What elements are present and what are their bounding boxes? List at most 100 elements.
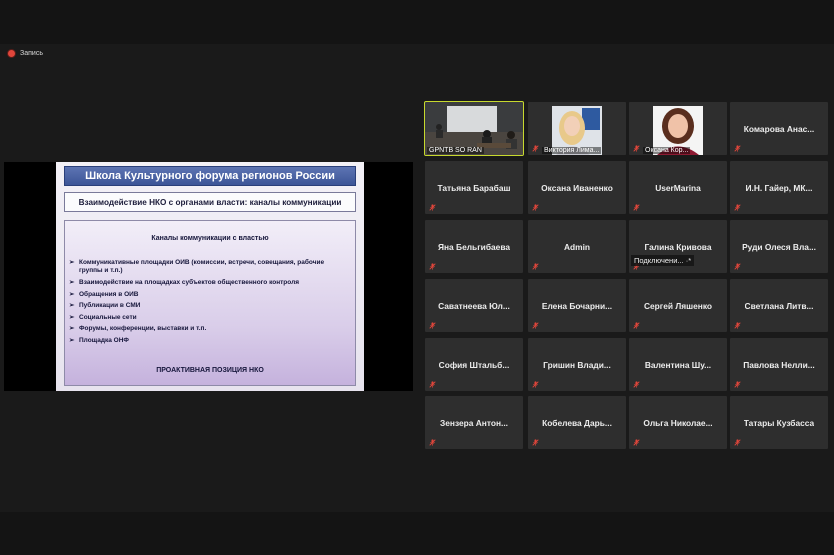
slide-bullet-item: ➢ Публикации в СМИ bbox=[69, 302, 339, 310]
mic-muted-icon bbox=[532, 439, 539, 446]
participant-name: Валентина Шу... bbox=[644, 359, 712, 370]
connecting-status: Подключени... ·* bbox=[631, 255, 695, 266]
participant-tile[interactable]: Ольга Николае... bbox=[629, 396, 727, 449]
participant-tile[interactable]: Комарова Анас... bbox=[730, 102, 828, 155]
mic-muted-icon bbox=[429, 204, 436, 211]
participant-tile[interactable]: Руди Олеся Вла... bbox=[730, 220, 828, 273]
participant-tile[interactable]: Оксана Иваненко bbox=[528, 161, 626, 214]
slide-box-heading: Каналы коммуникации с властью bbox=[151, 235, 269, 242]
participant-name-box: Павлова Нелли... bbox=[730, 338, 828, 391]
participant-name: И.Н. Гайер, МК... bbox=[745, 182, 813, 193]
mic-muted-icon bbox=[532, 263, 539, 270]
mic-muted-icon bbox=[532, 322, 539, 329]
participant-name: Оксана Иваненко bbox=[541, 182, 613, 193]
presentation-slide: Школа Культурного форума регионов России… bbox=[56, 162, 364, 391]
slide-bullet-item: ➢ Форумы, конференции, выставки и т.п. bbox=[69, 325, 339, 333]
participant-name-box: Валентина Шу... bbox=[629, 338, 727, 391]
participant-name-box: Яна Бельгибаева bbox=[425, 220, 523, 273]
slide-bullet-text: Коммуникативные площадки ОИВ (комиссии, … bbox=[79, 259, 325, 275]
participant-name-box: Елена Бочарни... bbox=[528, 279, 626, 332]
participant-tile[interactable]: Виктория Лима... bbox=[528, 102, 626, 155]
participant-name-box: Комарова Анас... bbox=[730, 102, 828, 155]
participant-name: Галина Кривова bbox=[644, 241, 712, 252]
participant-name-box: Гришин Влади... bbox=[528, 338, 626, 391]
arrow-bullet-icon: ➢ bbox=[69, 279, 75, 286]
participant-tile[interactable]: GPNTB SO RAN bbox=[424, 101, 524, 156]
participant-name: Елена Бочарни... bbox=[541, 300, 613, 311]
recording-label: Запись bbox=[20, 50, 43, 57]
participant-tile[interactable]: София Штальб... bbox=[425, 338, 523, 391]
mic-muted-icon bbox=[633, 145, 640, 152]
slide-bullet-text: Форумы, конференции, выставки и т.п. bbox=[79, 325, 207, 333]
slide-bullet-item: ➢ Обращения в ОИВ bbox=[69, 291, 339, 299]
arrow-bullet-icon: ➢ bbox=[69, 313, 75, 321]
participant-tile[interactable]: Яна Бельгибаева bbox=[425, 220, 523, 273]
participant-name-box: Кобелева Дарь... bbox=[528, 396, 626, 449]
participant-name: Светлана Литв... bbox=[744, 300, 814, 311]
participant-name: Зензера Антон... bbox=[439, 417, 509, 428]
slide-bullet-text: Площадка ОНФ bbox=[79, 336, 129, 344]
participant-name-box: Саватнеева Юл... bbox=[425, 279, 523, 332]
participant-name: Татьяна Барабаш bbox=[437, 182, 511, 193]
participant-name-box: Ольга Николае... bbox=[629, 396, 727, 449]
participant-tile[interactable]: Елена Бочарни... bbox=[528, 279, 626, 332]
participant-name: Комарова Анас... bbox=[743, 123, 815, 134]
slide-bullet-text: Социальные сети bbox=[79, 313, 137, 321]
top-bar bbox=[0, 0, 834, 44]
participant-tile[interactable]: Саватнеева Юл... bbox=[425, 279, 523, 332]
participant-name-box: И.Н. Гайер, МК... bbox=[730, 161, 828, 214]
participant-tile[interactable]: UserMarina bbox=[629, 161, 727, 214]
mic-muted-icon bbox=[633, 439, 640, 446]
participant-name: София Штальб... bbox=[438, 359, 510, 370]
participant-tile[interactable]: Гришин Влади... bbox=[528, 338, 626, 391]
participant-name: Admin bbox=[563, 241, 591, 252]
slide-title: Школа Культурного форума регионов России bbox=[64, 166, 356, 186]
recording-indicator[interactable]: Запись bbox=[8, 50, 43, 57]
participant-name-box: Сергей Ляшенко bbox=[629, 279, 727, 332]
participant-tile[interactable]: Сергей Ляшенко bbox=[629, 279, 727, 332]
slide-bullet-item: ➢ Социальные сети bbox=[69, 314, 339, 322]
arrow-bullet-icon: ➢ bbox=[69, 259, 75, 266]
mic-muted-icon bbox=[429, 263, 436, 270]
slide-bullet-item: ➢ Коммуникативные площадки ОИВ (комиссии,… bbox=[69, 259, 339, 276]
slide-bullet-item: ➢ Взаимодействие на площадках субъектов о… bbox=[69, 279, 339, 287]
participant-name-box: Руди Олеся Вла... bbox=[730, 220, 828, 273]
participant-tile[interactable]: Татьяна Барабаш bbox=[425, 161, 523, 214]
participant-name: Яна Бельгибаева bbox=[437, 241, 511, 252]
participant-tile[interactable]: Кобелева Дарь... bbox=[528, 396, 626, 449]
participant-tile[interactable]: Светлана Литв... bbox=[730, 279, 828, 332]
participant-name: UserMarina bbox=[655, 182, 701, 193]
participant-tile[interactable]: Павлова Нелли... bbox=[730, 338, 828, 391]
participant-name-box: Зензера Антон... bbox=[425, 396, 523, 449]
slide-bullet-list: ➢ Коммуникативные площадки ОИВ (комиссии,… bbox=[69, 259, 339, 349]
participant-tile[interactable]: Admin bbox=[528, 220, 626, 273]
mic-muted-icon bbox=[429, 381, 436, 388]
participant-tile[interactable]: Зензера Антон... bbox=[425, 396, 523, 449]
arrow-bullet-icon: ➢ bbox=[69, 290, 75, 298]
mic-muted-icon bbox=[734, 204, 741, 211]
participant-name: Ольга Николае... bbox=[643, 417, 713, 428]
participant-tile[interactable]: Оксана Кор... bbox=[629, 102, 727, 155]
participant-name: GPNTB SO RAN bbox=[427, 147, 484, 154]
participant-tile[interactable]: Валентина Шу... bbox=[629, 338, 727, 391]
participant-name-box: Светлана Литв... bbox=[730, 279, 828, 332]
arrow-bullet-icon: ➢ bbox=[69, 302, 75, 310]
bottom-bar bbox=[0, 512, 834, 555]
mic-muted-icon bbox=[633, 322, 640, 329]
participant-name: Оксана Кор... bbox=[643, 147, 691, 154]
participant-tile[interactable]: Галина Кривова Подключени... ·* bbox=[629, 220, 727, 273]
mic-muted-icon bbox=[734, 439, 741, 446]
mic-muted-icon bbox=[532, 145, 539, 152]
participant-tile[interactable]: Татары Кузбасса bbox=[730, 396, 828, 449]
screen-share[interactable]: Школа Культурного форума регионов России… bbox=[4, 162, 413, 391]
slide-content-box: Каналы коммуникации с властью ➢ Коммуника… bbox=[64, 220, 356, 386]
participant-name-box: Татары Кузбасса bbox=[730, 396, 828, 449]
slide-subtitle: Взаимодействие НКО с органами власти: ка… bbox=[64, 192, 356, 212]
mic-muted-icon bbox=[532, 381, 539, 388]
participant-name: Саватнеева Юл... bbox=[438, 300, 510, 311]
participant-name: Кобелева Дарь... bbox=[542, 417, 612, 428]
participant-name-box: Татьяна Барабаш bbox=[425, 161, 523, 214]
slide-footer: ПРОАКТИВНАЯ ПОЗИЦИЯ НКО bbox=[156, 367, 264, 374]
participant-tile[interactable]: И.Н. Гайер, МК... bbox=[730, 161, 828, 214]
mic-muted-icon bbox=[633, 381, 640, 388]
